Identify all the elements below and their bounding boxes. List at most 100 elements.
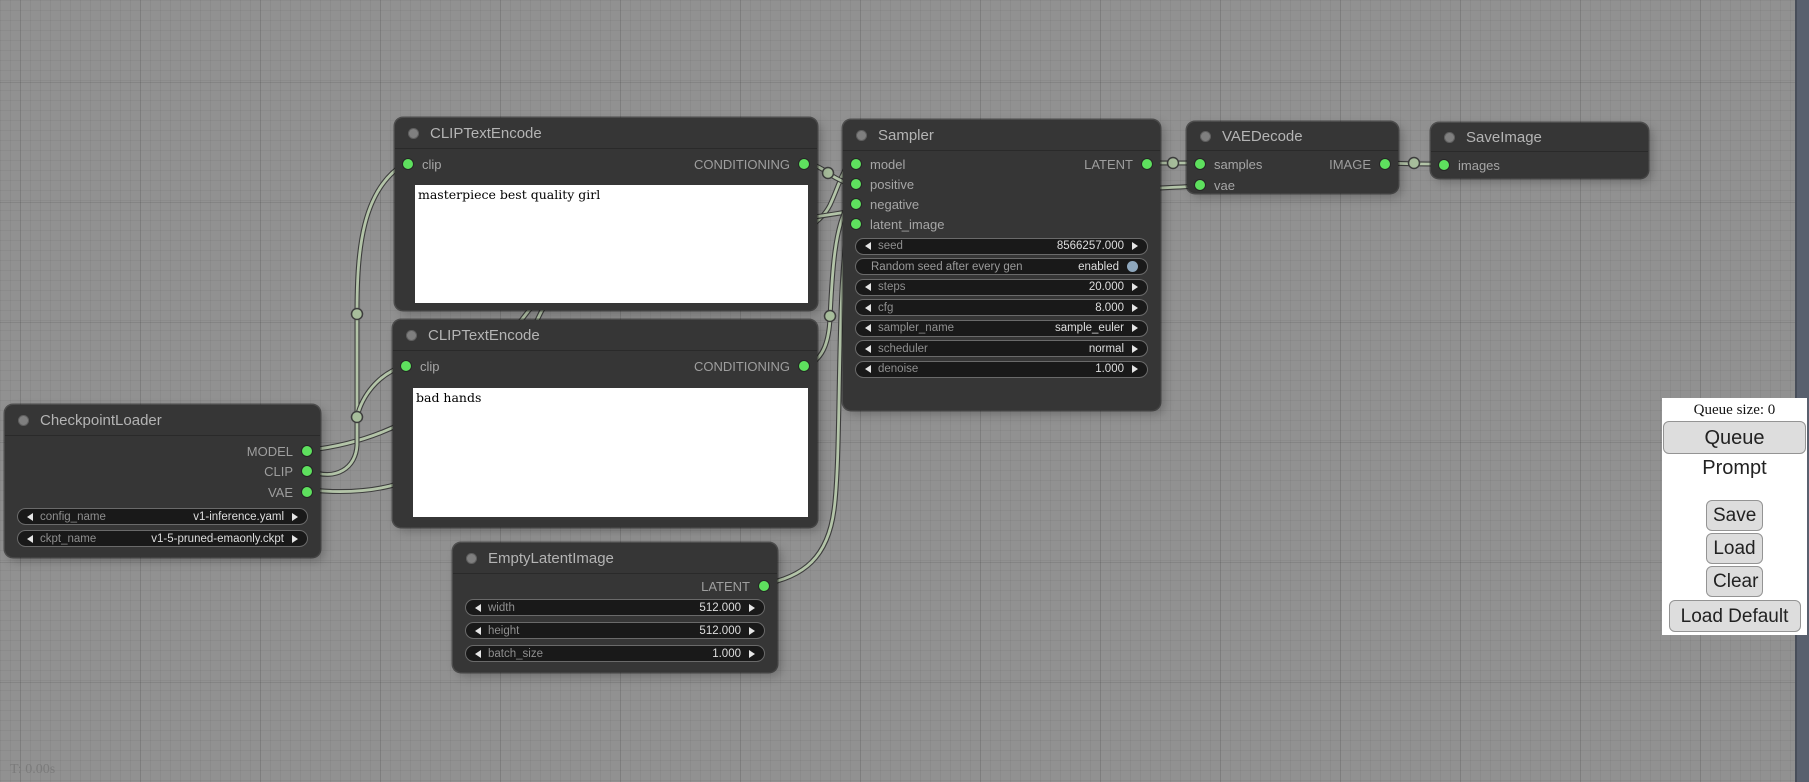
node-header[interactable]: CheckpointLoader — [5, 405, 320, 436]
output-slot-vae[interactable]: VAE — [268, 482, 312, 502]
increment-arrow-icon[interactable] — [749, 650, 755, 658]
input-slot-positive[interactable]: positive — [851, 174, 914, 194]
output-slot-latent[interactable]: LATENT — [1084, 154, 1152, 174]
decrement-arrow-icon[interactable] — [27, 535, 33, 543]
widget-denoise[interactable]: denoise 1.000 — [855, 361, 1148, 378]
decrement-arrow-icon[interactable] — [865, 345, 871, 353]
decrement-arrow-icon[interactable] — [475, 604, 481, 612]
input-slot-samples[interactable]: samples — [1195, 154, 1262, 174]
widget-config-name[interactable]: config_name v1-inference.yaml — [17, 508, 308, 525]
input-slot-clip[interactable]: clip — [403, 154, 442, 174]
input-slot-vae[interactable]: vae — [1195, 175, 1235, 195]
increment-arrow-icon[interactable] — [1132, 304, 1138, 312]
input-slot-model[interactable]: model — [851, 154, 905, 174]
increment-arrow-icon[interactable] — [1132, 345, 1138, 353]
node-empty-latent-image[interactable]: EmptyLatentImage LATENT width 512.000 he… — [453, 543, 777, 672]
reroute-dot[interactable] — [1409, 158, 1420, 169]
node-save-image[interactable]: SaveImage images — [1431, 123, 1648, 178]
node-sampler[interactable]: Sampler model LATENT positive negative l… — [843, 120, 1160, 410]
decrement-arrow-icon[interactable] — [865, 324, 871, 332]
output-slot-clip[interactable]: CLIP — [264, 461, 312, 481]
node-checkpoint-loader[interactable]: CheckpointLoader MODEL CLIP VAE config_n… — [5, 405, 320, 557]
save-button[interactable]: Save — [1706, 500, 1763, 531]
widget-seed[interactable]: seed 8566257.000 — [855, 238, 1148, 255]
output-slot-image[interactable]: IMAGE — [1329, 154, 1390, 174]
load-default-button[interactable]: Load Default — [1669, 600, 1801, 632]
input-dot-icon[interactable] — [851, 159, 861, 169]
input-slot-negative[interactable]: negative — [851, 194, 919, 214]
widget-cfg[interactable]: cfg 8.000 — [855, 299, 1148, 316]
collapse-dot-icon[interactable] — [1200, 131, 1211, 142]
output-dot-icon[interactable] — [799, 361, 809, 371]
output-slot-conditioning[interactable]: CONDITIONING — [694, 154, 809, 174]
collapse-dot-icon[interactable] — [466, 553, 477, 564]
comfyui-canvas[interactable]: { "app": { "status_text": "T: 0.00s" }, … — [0, 0, 1809, 782]
input-slot-clip[interactable]: clip — [401, 356, 440, 376]
increment-arrow-icon[interactable] — [1132, 242, 1138, 250]
widget-batch-size[interactable]: batch_size 1.000 — [465, 645, 765, 662]
output-dot-icon[interactable] — [799, 159, 809, 169]
collapse-dot-icon[interactable] — [856, 130, 867, 141]
collapse-dot-icon[interactable] — [1444, 132, 1455, 143]
output-dot-icon[interactable] — [1142, 159, 1152, 169]
node-header[interactable]: Sampler — [843, 120, 1160, 151]
input-slot-latent-image[interactable]: latent_image — [851, 214, 944, 234]
widget-scheduler[interactable]: scheduler normal — [855, 340, 1148, 357]
decrement-arrow-icon[interactable] — [865, 242, 871, 250]
node-header[interactable]: CLIPTextEncode — [395, 118, 817, 149]
input-dot-icon[interactable] — [1195, 159, 1205, 169]
increment-arrow-icon[interactable] — [749, 604, 755, 612]
decrement-arrow-icon[interactable] — [865, 283, 871, 291]
node-header[interactable]: CLIPTextEncode — [393, 320, 817, 351]
output-slot-latent[interactable]: LATENT — [701, 576, 769, 596]
input-dot-icon[interactable] — [401, 361, 411, 371]
widget-sampler-name[interactable]: sampler_name sample_euler — [855, 320, 1148, 337]
decrement-arrow-icon[interactable] — [865, 365, 871, 373]
input-dot-icon[interactable] — [851, 179, 861, 189]
increment-arrow-icon[interactable] — [292, 513, 298, 521]
node-header[interactable]: SaveImage — [1431, 123, 1648, 152]
output-slot-conditioning[interactable]: CONDITIONING — [694, 356, 809, 376]
queue-prompt-button[interactable]: Queue Prompt — [1663, 421, 1806, 454]
clear-button[interactable]: Clear — [1706, 566, 1763, 597]
output-dot-icon[interactable] — [302, 487, 312, 497]
collapse-dot-icon[interactable] — [18, 415, 29, 426]
output-dot-icon[interactable] — [302, 446, 312, 456]
load-button[interactable]: Load — [1706, 533, 1763, 564]
collapse-dot-icon[interactable] — [406, 330, 417, 341]
decrement-arrow-icon[interactable] — [865, 304, 871, 312]
input-dot-icon[interactable] — [851, 199, 861, 209]
reroute-dot[interactable] — [823, 168, 834, 179]
reroute-dot[interactable] — [352, 309, 363, 320]
increment-arrow-icon[interactable] — [1132, 324, 1138, 332]
increment-arrow-icon[interactable] — [1132, 365, 1138, 373]
increment-arrow-icon[interactable] — [292, 535, 298, 543]
decrement-arrow-icon[interactable] — [475, 650, 481, 658]
reroute-dot[interactable] — [1168, 158, 1179, 169]
prompt-textarea[interactable]: masterpiece best quality girl — [415, 185, 808, 303]
input-dot-icon[interactable] — [403, 159, 413, 169]
input-dot-icon[interactable] — [851, 219, 861, 229]
widget-width[interactable]: width 512.000 — [465, 599, 765, 616]
output-dot-icon[interactable] — [302, 466, 312, 476]
node-header[interactable]: EmptyLatentImage — [453, 543, 777, 574]
node-vae-decode[interactable]: VAEDecode samples IMAGE vae — [1187, 122, 1398, 193]
increment-arrow-icon[interactable] — [1132, 283, 1138, 291]
reroute-dot[interactable] — [825, 311, 836, 322]
output-dot-icon[interactable] — [759, 581, 769, 591]
decrement-arrow-icon[interactable] — [27, 513, 33, 521]
widget-height[interactable]: height 512.000 — [465, 622, 765, 639]
reroute-dot[interactable] — [352, 412, 363, 423]
node-clip-text-encode-positive[interactable]: CLIPTextEncode clip CONDITIONING masterp… — [395, 118, 817, 310]
widget-ckpt-name[interactable]: ckpt_name v1-5-pruned-emaonly.ckpt — [17, 530, 308, 547]
node-header[interactable]: VAEDecode — [1187, 122, 1398, 151]
widget-steps[interactable]: steps 20.000 — [855, 279, 1148, 296]
toggle-icon[interactable] — [1127, 261, 1138, 272]
increment-arrow-icon[interactable] — [749, 627, 755, 635]
input-dot-icon[interactable] — [1439, 160, 1449, 170]
input-slot-images[interactable]: images — [1439, 155, 1500, 175]
prompt-textarea[interactable]: bad hands — [413, 388, 808, 517]
widget-random-seed-toggle[interactable]: Random seed after every gen enabled — [855, 258, 1148, 275]
decrement-arrow-icon[interactable] — [475, 627, 481, 635]
collapse-dot-icon[interactable] — [408, 128, 419, 139]
